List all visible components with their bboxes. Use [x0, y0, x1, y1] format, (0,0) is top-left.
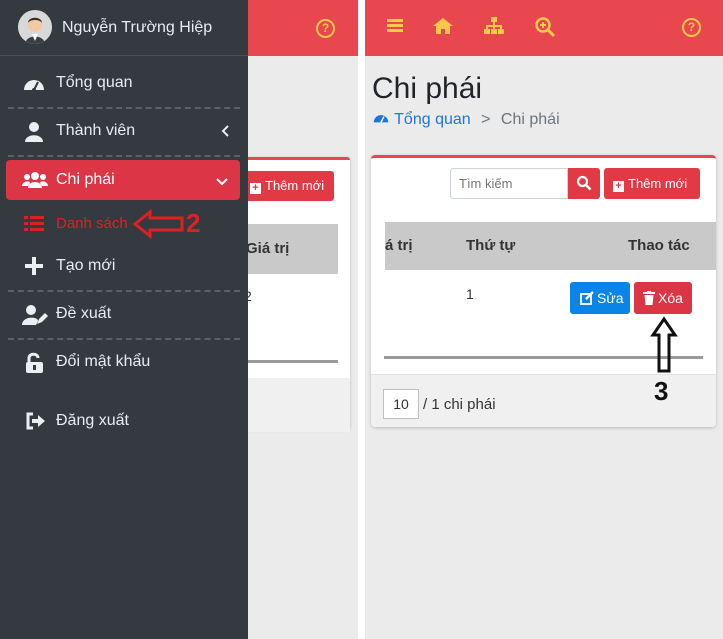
list-card: +Thêm mới Giá trị 2 — [240, 157, 350, 432]
add-new-label: Thêm mới — [628, 176, 688, 191]
annotation-arrow-up-icon — [650, 316, 678, 373]
breadcrumb-home-link[interactable]: Tổng quan — [394, 111, 471, 128]
top-navbar: ? — [365, 0, 723, 56]
breadcrumb-current: Chi phái — [500, 111, 560, 128]
annotation-step-3: 3 — [654, 376, 669, 406]
screenshot-root: ? + Thêm mới Giá trị 2 — [0, 0, 723, 639]
edit-label: Sửa — [597, 290, 624, 306]
home-icon[interactable] — [431, 16, 455, 40]
sidebar-item-label: Đổi mật khẩu — [56, 353, 151, 370]
column-header-order: Thứ tự — [466, 237, 516, 254]
sidebar-item-label: Thành viên — [56, 122, 136, 139]
menu-icon[interactable] — [385, 16, 409, 40]
table-header: Giá trị — [240, 224, 338, 274]
horizontal-scrollbar[interactable] — [244, 360, 338, 363]
unlock-icon — [25, 352, 49, 374]
sign-out-icon — [25, 411, 49, 433]
chevron-down-icon — [216, 173, 228, 191]
breadcrumb-separator: > — [481, 111, 491, 128]
user-panel[interactable]: Nguyễn Trường Hiệp — [0, 0, 248, 56]
sidebar-item-logout[interactable]: Đăng xuất — [0, 400, 248, 444]
plus-square-icon: + — [250, 183, 261, 194]
column-header-value: á trị — [385, 237, 413, 254]
total-count-text: / 1 chi phái — [423, 396, 496, 413]
sitemap-icon[interactable] — [483, 16, 507, 40]
table-header: á trị Thứ tự Thao tác — [385, 222, 716, 270]
sidebar-subitem-create[interactable]: Tạo mới — [0, 245, 248, 289]
page-size-input[interactable]: 10 — [383, 389, 419, 419]
sidebar-item-proposal[interactable]: Đề xuất — [0, 293, 248, 337]
column-header-actions: Thao tác — [628, 237, 690, 254]
search-button[interactable] — [568, 168, 600, 199]
page-title: Chi phái — [372, 72, 483, 105]
dashboard-icon — [372, 110, 390, 131]
annotation-step-2: 2 — [186, 208, 201, 238]
add-new-label: Thêm mới — [265, 178, 325, 193]
search-icon — [576, 175, 592, 196]
delete-label: Xóa — [658, 290, 683, 306]
plus-square-icon: + — [613, 181, 624, 192]
right-screen: ? Chi phái Tổng quan > Chi phái + Thêm mớ… — [365, 0, 723, 639]
user-edit-icon — [22, 304, 48, 326]
avatar — [18, 10, 52, 44]
sidebar-item-dashboard[interactable]: Tổng quan — [0, 62, 248, 106]
sidebar-item-members[interactable]: Thành viên — [0, 110, 248, 154]
list-icon — [24, 215, 48, 237]
panel-gap — [358, 0, 365, 639]
left-screen: ? + Thêm mới Giá trị 2 — [0, 0, 358, 639]
help-icon[interactable]: ? — [682, 18, 701, 37]
divider — [8, 107, 240, 109]
divider — [8, 338, 240, 340]
sidebar-item-label: Đề xuất — [56, 305, 112, 322]
help-icon[interactable]: ? — [316, 19, 335, 38]
edit-button[interactable]: Sửa — [570, 282, 630, 314]
dashboard-icon — [22, 73, 46, 95]
user-name: Nguyễn Trường Hiệp — [62, 19, 213, 36]
breadcrumb: Tổng quan > Chi phái — [372, 110, 560, 131]
sidebar-subitem-list[interactable]: Danh sách — [0, 202, 248, 246]
search-input[interactable] — [450, 168, 568, 199]
trash-icon — [643, 284, 655, 316]
sidebar-item-label: Tổng quan — [56, 74, 133, 91]
sidebar-item-chi-phai[interactable]: Chi phái — [6, 160, 240, 200]
divider — [8, 290, 240, 292]
annotation-arrow-left-icon — [132, 209, 184, 239]
edit-icon — [580, 284, 594, 316]
delete-button[interactable]: Xóa — [634, 282, 692, 314]
chevron-left-icon — [220, 124, 230, 140]
table-cell-order: 1 — [466, 286, 474, 302]
sidebar-item-change-password[interactable]: Đổi mật khẩu — [0, 341, 248, 385]
sidebar-item-label: Chi phái — [56, 171, 115, 188]
plus-icon — [24, 256, 48, 278]
divider — [8, 155, 240, 157]
sidebar-item-label: Danh sách — [56, 215, 128, 232]
sidebar-item-label: Đăng xuất — [56, 412, 129, 429]
sidebar: Nguyễn Trường Hiệp Tổng quan Thành viên … — [0, 0, 248, 639]
column-header-value: Giá trị — [246, 240, 290, 257]
user-icon — [22, 121, 46, 143]
add-new-button[interactable]: + Thêm mới — [604, 168, 700, 199]
zoom-in-icon[interactable] — [534, 16, 558, 40]
users-icon — [22, 170, 48, 195]
sidebar-item-label: Tạo mới — [56, 257, 116, 274]
card-footer — [240, 378, 350, 432]
add-new-button[interactable]: + Thêm mới — [244, 171, 334, 201]
